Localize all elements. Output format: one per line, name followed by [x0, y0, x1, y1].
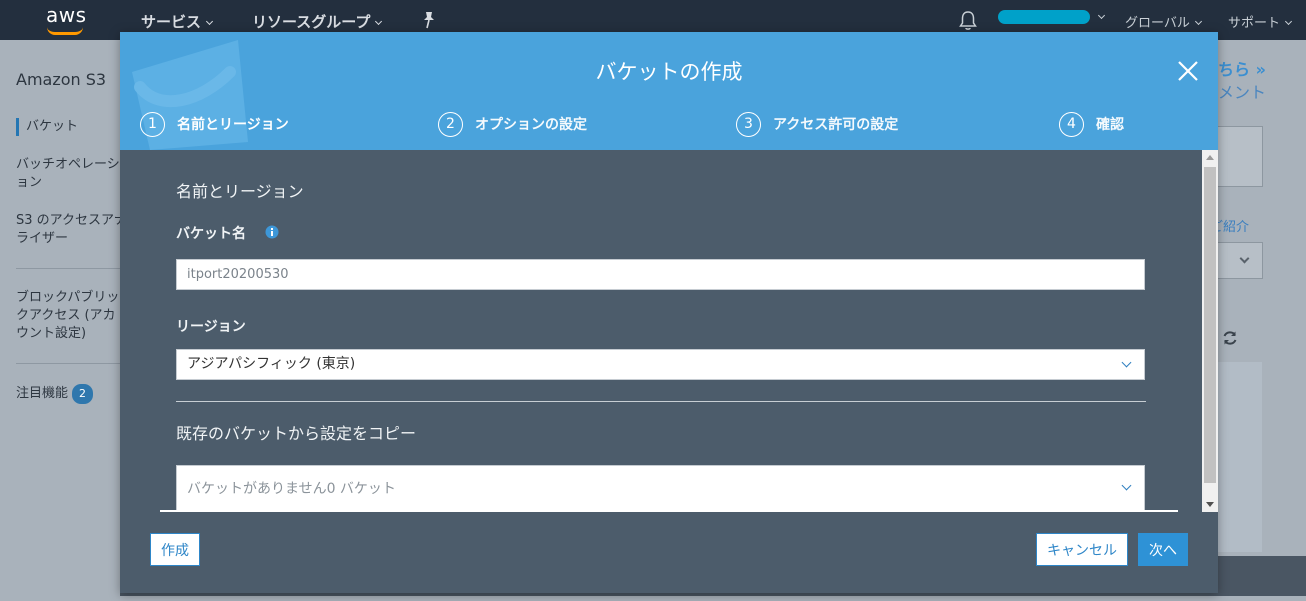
support-label: サポート: [1228, 16, 1281, 31]
aws-logo[interactable]: aws: [46, 3, 90, 37]
region-selected-value: アジアパシフィック (東京): [187, 356, 356, 372]
sidebar-divider: [16, 268, 120, 269]
dialog-header: バケットの作成 1 名前とリージョン 2 オプションの設定 3 アクセス許可の設…: [120, 32, 1218, 150]
chevron-down-icon: [1194, 17, 1202, 26]
featured-count-badge: 2: [72, 384, 94, 404]
background-text: メント: [1218, 83, 1267, 102]
sidebar-item-access-analyzer[interactable]: S3 のアクセスアナライザー: [16, 212, 128, 248]
copy-settings-title: 既存のバケットから設定をコピー: [176, 424, 417, 443]
step-name-and-region[interactable]: 1 名前とリージョン: [140, 111, 289, 137]
copy-settings-select[interactable]: バケットがありません0 バケット: [176, 465, 1145, 512]
step-number: 2: [438, 111, 463, 137]
bell-icon[interactable]: [958, 10, 978, 32]
support-menu[interactable]: サポート: [1228, 12, 1293, 31]
region-label: リージョン: [176, 319, 246, 335]
bucket-name-label: バケット名: [176, 226, 246, 242]
chevron-down-icon: [375, 17, 383, 26]
close-icon[interactable]: [1177, 60, 1199, 82]
dialog-body: 名前とリージョン バケット名 itport20200530 リージョン アジアパ…: [120, 150, 1202, 512]
sidebar: Amazon S3 バケット バッチオペレーション S3 のアクセスアナライザー…: [0, 40, 130, 601]
background-panel: [1218, 362, 1262, 552]
chevron-down-icon: [205, 17, 214, 26]
sidebar-item-featured[interactable]: 注目機能 2: [16, 384, 128, 404]
region-label: グローバル: [1125, 16, 1190, 31]
step-label: オプションの設定: [475, 117, 587, 133]
info-icon[interactable]: [265, 225, 279, 239]
step-label: アクセス許可の設定: [773, 117, 899, 133]
next-button[interactable]: 次へ: [1138, 533, 1188, 566]
scroll-thumb[interactable]: [1204, 167, 1216, 483]
step-label: 確認: [1096, 117, 1124, 133]
chevron-down-icon: [1121, 357, 1132, 368]
section-title: 名前とリージョン: [176, 182, 304, 201]
section-divider: [176, 401, 1146, 402]
sidebar-item-block-public-access[interactable]: ブロックパブリックアクセス (アカウント設定): [16, 289, 128, 343]
sidebar-item-label: 注目機能: [16, 386, 69, 401]
region-menu[interactable]: グローバル: [1125, 12, 1202, 31]
step-number: 3: [736, 111, 761, 137]
cancel-button[interactable]: キャンセル: [1036, 533, 1128, 566]
refresh-icon: [1223, 331, 1237, 345]
step-configure-options[interactable]: 2 オプションの設定: [438, 111, 587, 137]
account-menu[interactable]: [998, 10, 1090, 24]
step-label: 名前とリージョン: [177, 117, 289, 133]
copy-settings-placeholder: バケットがありません0 バケット: [187, 481, 396, 497]
sidebar-title: Amazon S3: [16, 70, 107, 89]
region-select[interactable]: アジアパシフィック (東京): [176, 349, 1145, 380]
bucket-name-input[interactable]: itport20200530: [176, 259, 1145, 290]
sidebar-item-batch-operations[interactable]: バッチオペレーション: [16, 156, 128, 192]
aws-logo-text: aws: [46, 3, 87, 27]
create-button[interactable]: 作成: [150, 533, 200, 566]
services-menu[interactable]: サービス: [141, 11, 214, 32]
services-label: サービス: [141, 13, 202, 31]
resource-groups-menu[interactable]: リソースグループ: [252, 11, 383, 32]
background-link: ちら »: [1218, 60, 1266, 79]
aws-smile-icon: [47, 27, 83, 35]
pin-icon[interactable]: [421, 11, 437, 29]
step-set-permissions[interactable]: 3 アクセス許可の設定: [736, 111, 899, 137]
create-bucket-dialog: バケットの作成 1 名前とリージョン 2 オプションの設定 3 アクセス許可の設…: [120, 32, 1218, 593]
chevron-down-icon: [1284, 17, 1293, 26]
chevron-down-icon[interactable]: [1097, 11, 1106, 20]
chevron-down-icon: [1239, 253, 1250, 264]
dialog-scrollbar[interactable]: [1202, 150, 1218, 512]
scroll-down-arrow-icon[interactable]: [1206, 502, 1214, 507]
step-number: 4: [1059, 111, 1084, 137]
sidebar-item-buckets[interactable]: バケット: [16, 118, 128, 136]
scroll-up-arrow-icon[interactable]: [1206, 155, 1214, 160]
resource-groups-label: リソースグループ: [252, 13, 371, 31]
body-bottom-border: [160, 510, 1178, 512]
sidebar-divider: [16, 363, 120, 364]
chevron-down-icon: [1121, 480, 1132, 491]
dialog-title: バケットの作成: [595, 60, 743, 84]
step-review[interactable]: 4 確認: [1059, 111, 1124, 137]
step-number: 1: [140, 111, 165, 137]
